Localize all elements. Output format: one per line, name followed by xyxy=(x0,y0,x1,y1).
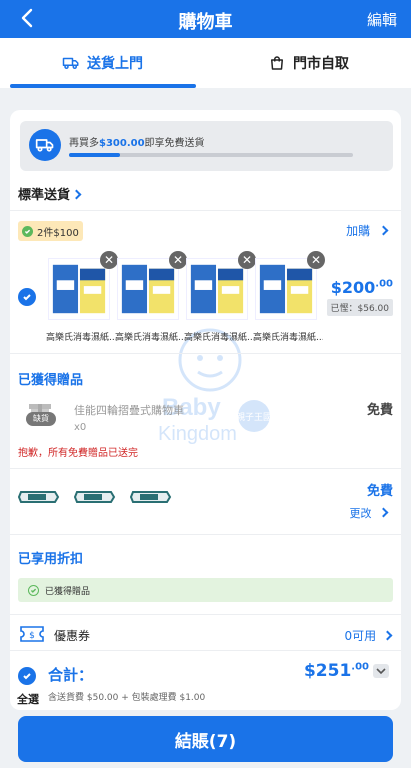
divider xyxy=(10,614,401,615)
truck-icon xyxy=(62,57,79,69)
gift-quantity: x0 xyxy=(74,422,87,433)
page-title: 購物車 xyxy=(178,12,233,33)
product-thumbnail[interactable]: ✕ xyxy=(255,251,325,320)
gifts-out-warning: 抱歉，所有免費贈品已送完 xyxy=(18,448,138,459)
delivery-tabs: 送貨上門 門市自取 xyxy=(0,38,411,88)
product-thumbnail[interactable]: ✕ xyxy=(48,251,118,320)
svg-text:親子王國: 親子王國 xyxy=(236,411,272,423)
app-header: 購物車 編輯 xyxy=(0,0,411,38)
free-shipping-progress: 再買多$300.00即享免費送貨 xyxy=(20,121,393,171)
total-breakdown: 含送貨費 $50.00 + 包裝處理費 $1.00 xyxy=(48,693,206,703)
discount-banner: 已獲得贈品 xyxy=(18,578,393,602)
product-name: 高樂氏消毒濕紙... xyxy=(115,333,185,343)
shopping-bag-icon xyxy=(271,56,283,70)
change-gift-link[interactable]: 更改 xyxy=(350,505,389,521)
tab-home-delivery[interactable]: 送貨上門 xyxy=(0,38,205,88)
check-icon xyxy=(23,673,31,680)
svg-text:$: $ xyxy=(29,631,35,641)
shipping-progress-fill xyxy=(69,153,121,157)
out-of-stock-badge: 缺貨 xyxy=(26,412,56,426)
tab-store-pickup[interactable]: 門市自取 xyxy=(206,38,411,88)
remove-item-button[interactable]: ✕ xyxy=(100,251,118,269)
tab-label: 送貨上門 xyxy=(87,56,143,72)
active-tab-indicator xyxy=(10,84,196,88)
gift-price: 免費 xyxy=(366,403,393,418)
check-icon xyxy=(28,584,39,596)
wipes-pack-image xyxy=(74,491,116,503)
item-price: $200.00 xyxy=(330,278,393,297)
total-details-toggle[interactable] xyxy=(373,664,389,678)
gift-price: 免費 xyxy=(366,484,393,499)
total-price: $251.00 xyxy=(303,661,369,681)
total-label: 合計： xyxy=(48,666,94,684)
coupon-available[interactable]: 0可用 xyxy=(345,627,393,644)
chevron-down-icon xyxy=(376,668,386,675)
disinfecting-wipes-image xyxy=(255,258,317,320)
divider xyxy=(10,210,401,211)
check-icon xyxy=(22,225,33,237)
checkout-button[interactable]: 結賬(7) xyxy=(18,716,393,762)
gifts-heading: 已獲得贈品 xyxy=(18,373,84,388)
product-name: 高樂氏消毒濕紙... xyxy=(46,333,116,343)
disinfecting-wipes-image xyxy=(186,258,248,320)
product-name: 高樂氏消毒濕紙... xyxy=(253,333,323,343)
divider xyxy=(10,353,401,354)
divider xyxy=(10,468,401,469)
wipes-pack-image xyxy=(18,491,60,503)
disinfecting-wipes-image xyxy=(117,258,179,320)
delivery-truck-icon xyxy=(29,129,61,161)
remove-item-button[interactable]: ✕ xyxy=(169,251,187,269)
discount-heading: 已享用折扣 xyxy=(18,552,84,567)
coupon-label[interactable]: 優惠券 xyxy=(54,627,90,644)
remove-item-button[interactable]: ✕ xyxy=(238,251,256,269)
product-name: 高樂氏消毒濕紙... xyxy=(184,333,254,343)
addon-link[interactable]: 加購 xyxy=(346,222,389,239)
select-all-checkbox[interactable] xyxy=(18,667,36,685)
remove-item-button[interactable]: ✕ xyxy=(307,251,325,269)
shipping-message: 再買多$300.00即享免費送貨 xyxy=(69,138,205,149)
wipes-pack-image xyxy=(130,491,172,503)
product-thumbnail[interactable]: ✕ xyxy=(186,251,256,320)
svg-text:Kingdom: Kingdom xyxy=(158,423,237,445)
edit-button[interactable]: 編輯 xyxy=(367,9,397,30)
coupon-icon: $ xyxy=(20,626,44,642)
select-all-label[interactable]: 全選 xyxy=(17,691,39,707)
divider xyxy=(10,650,401,651)
item-select-checkbox[interactable] xyxy=(18,288,36,306)
promo-badge: 2件$100 xyxy=(18,221,83,241)
tab-label: 門市自取 xyxy=(293,56,349,72)
shipping-progress-bar xyxy=(69,153,353,157)
check-icon xyxy=(23,294,31,301)
divider xyxy=(10,534,401,535)
disinfecting-wipes-image xyxy=(48,258,110,320)
saved-amount: 已慳：$56.00 xyxy=(326,299,393,316)
standard-delivery-heading[interactable]: 標準送貨 xyxy=(18,184,82,203)
gift-name: 佳能四輪摺疊式購物車 xyxy=(74,404,184,417)
product-thumbnail[interactable]: ✕ xyxy=(117,251,187,320)
